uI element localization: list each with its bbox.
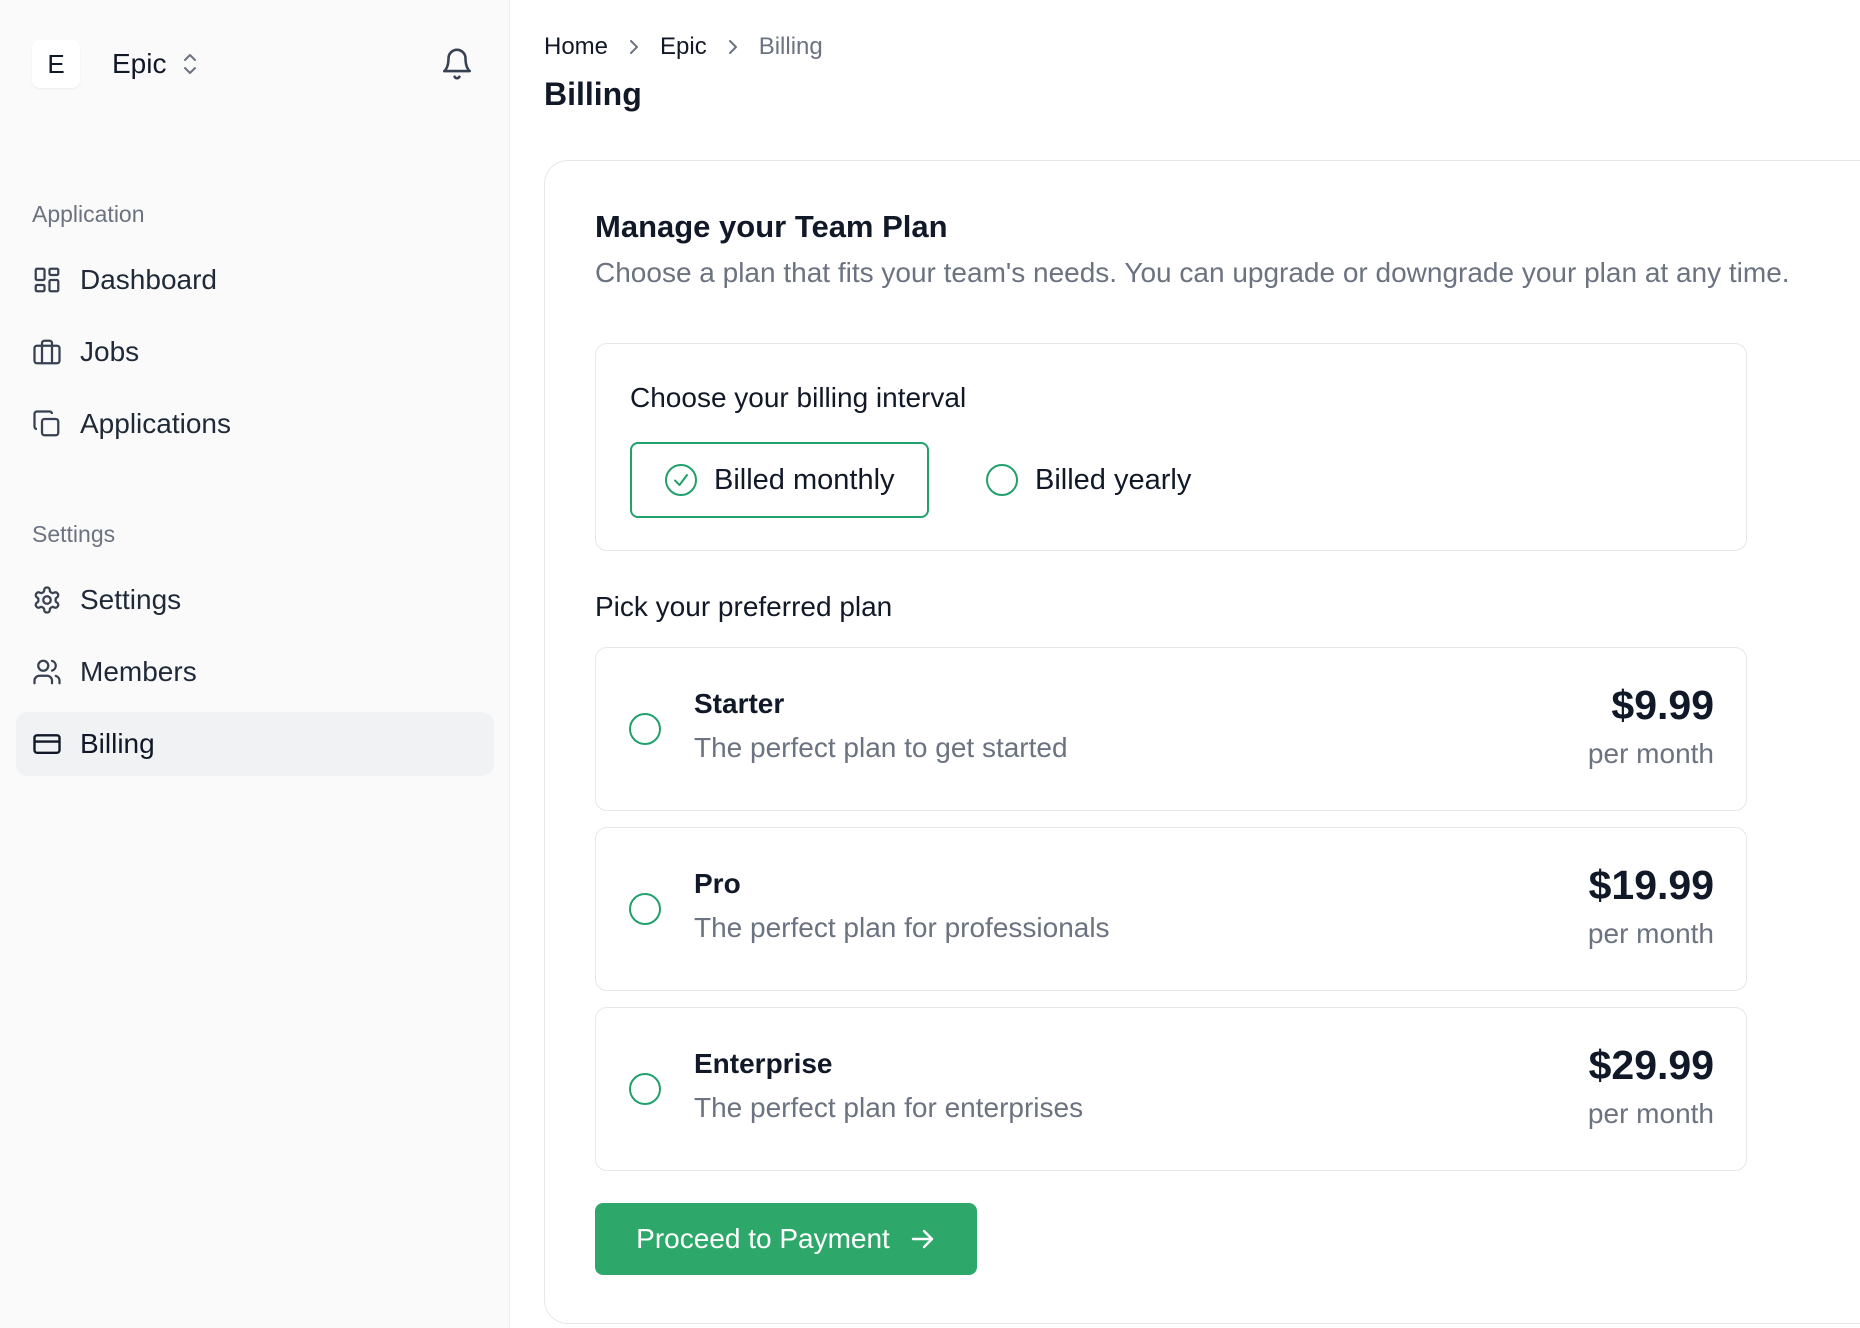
- bell-icon[interactable]: [440, 46, 474, 82]
- sidebar-item-members[interactable]: Members: [16, 640, 494, 704]
- credit-card-icon: [33, 734, 61, 754]
- arrow-right-icon: [911, 1229, 934, 1249]
- sidebar: E Epic Application Dashboard Jobs Applic…: [0, 0, 510, 1328]
- card-description: Choose a plan that fits your team's need…: [595, 257, 1790, 288]
- copy-icon: [33, 410, 60, 437]
- radio-circle-icon: [629, 893, 661, 925]
- sidebar-item-label: Settings: [80, 584, 182, 615]
- plan-name: Enterprise: [694, 1048, 833, 1079]
- chevron-right-icon: [630, 40, 639, 54]
- check-circle-icon: [665, 464, 697, 496]
- sidebar-item-label: Billing: [80, 728, 155, 759]
- users-icon: [33, 659, 61, 685]
- option-label: Billed yearly: [1035, 463, 1192, 496]
- team-switcher[interactable]: E Epic: [32, 40, 198, 88]
- page-title: Billing: [544, 76, 642, 112]
- proceed-to-payment-button[interactable]: Proceed to Payment: [595, 1203, 977, 1275]
- plan-name: Starter: [694, 688, 785, 719]
- breadcrumb-current: Billing: [758, 33, 823, 60]
- sidebar-item-settings[interactable]: Settings: [16, 568, 494, 632]
- billing-interval-box: Choose your billing interval Billed mont…: [595, 343, 1747, 551]
- plan-period: per month: [1587, 1098, 1714, 1129]
- sidebar-item-label: Members: [80, 656, 197, 687]
- radio-circle-icon: [629, 1073, 661, 1105]
- sidebar-item-label: Applications: [80, 408, 231, 439]
- dashboard-icon: [34, 267, 60, 293]
- sidebar-item-applications[interactable]: Applications: [16, 392, 494, 456]
- briefcase-icon: [33, 339, 61, 365]
- app-root: E Epic Application Dashboard Jobs Applic…: [0, 0, 1860, 1328]
- billed-yearly-option[interactable]: Billed yearly: [985, 442, 1191, 518]
- billed-monthly-option[interactable]: Billed monthly: [630, 442, 929, 518]
- plan-card-pro[interactable]: Pro The perfect plan for professionals $…: [595, 827, 1747, 991]
- gear-icon: [34, 586, 60, 614]
- breadcrumb: Home Epic Billing: [544, 30, 823, 64]
- plan-heading: Pick your preferred plan: [595, 591, 893, 622]
- billing-interval-title: Choose your billing interval: [630, 382, 967, 413]
- team-name: Epic: [112, 48, 167, 79]
- sidebar-item-jobs[interactable]: Jobs: [16, 320, 494, 384]
- chevron-up-down-icon: [184, 54, 197, 74]
- section-label-settings: Settings: [32, 521, 116, 547]
- plan-price: $19.99: [1588, 862, 1714, 908]
- plan-name: Pro: [694, 868, 741, 899]
- sidebar-item-billing[interactable]: Billing: [16, 712, 494, 776]
- plan-period: per month: [1587, 738, 1714, 769]
- billing-card: Manage your Team Plan Choose a plan that…: [544, 160, 1860, 1324]
- plan-description: The perfect plan for professionals: [694, 912, 1110, 943]
- sidebar-item-label: Jobs: [80, 336, 140, 367]
- card-title: Manage your Team Plan: [595, 209, 948, 244]
- radio-circle-icon: [986, 464, 1018, 496]
- sidebar-item-label: Dashboard: [80, 264, 217, 295]
- radio-circle-icon: [629, 713, 661, 745]
- breadcrumb-epic[interactable]: Epic: [660, 33, 707, 61]
- section-label-application: Application: [32, 201, 145, 227]
- breadcrumb-home[interactable]: Home: [544, 33, 608, 61]
- sidebar-item-dashboard[interactable]: Dashboard: [16, 248, 494, 312]
- plan-description: The perfect plan to get started: [694, 732, 1068, 763]
- plan-price: $9.99: [1611, 682, 1714, 728]
- option-label: Billed monthly: [714, 463, 895, 496]
- plan-price: $29.99: [1588, 1042, 1714, 1088]
- team-avatar: E: [32, 40, 80, 88]
- plan-card-starter[interactable]: Starter The perfect plan to get started …: [595, 647, 1747, 811]
- plan-description: The perfect plan for enterprises: [694, 1092, 1084, 1123]
- chevron-right-icon: [728, 40, 737, 54]
- plan-card-enterprise[interactable]: Enterprise The perfect plan for enterpri…: [595, 1007, 1747, 1171]
- plan-period: per month: [1587, 918, 1714, 949]
- proceed-button-label: Proceed to Payment: [636, 1223, 890, 1254]
